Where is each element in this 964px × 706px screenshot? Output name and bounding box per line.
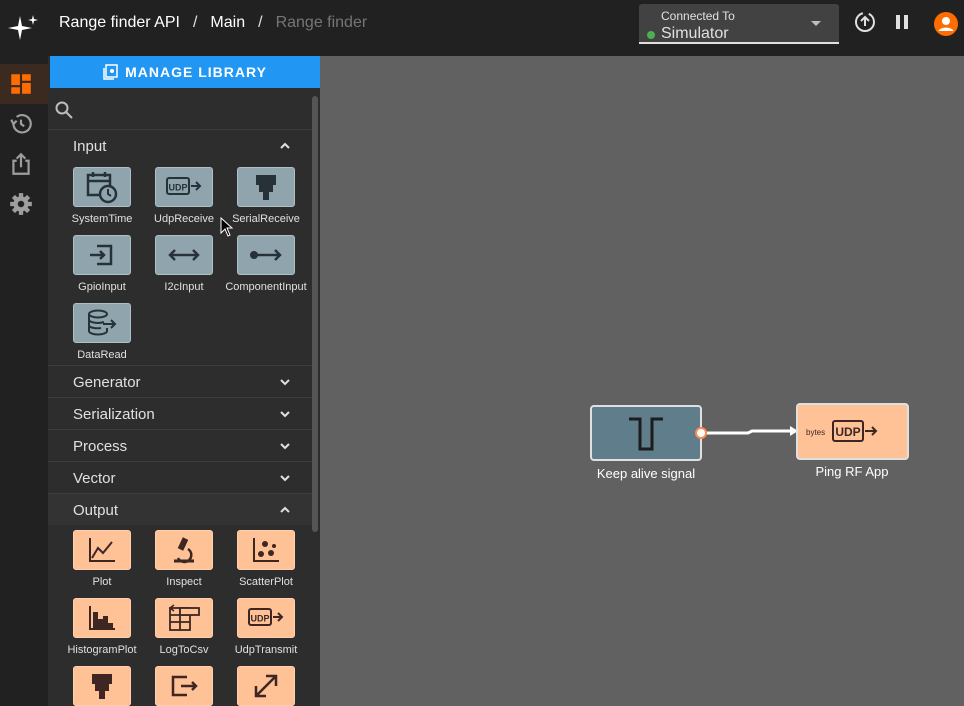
flow-canvas[interactable]: Keep alive signal bytes UDP Ping RF App <box>320 56 964 706</box>
dashboard-icon[interactable] <box>8 71 34 97</box>
manage-library-button[interactable]: MANAGE LIBRARY <box>50 56 320 88</box>
mouse-cursor-icon <box>220 217 234 237</box>
tool-systemtime[interactable]: SystemTime <box>61 167 143 231</box>
connector-icon <box>237 235 295 275</box>
chevron-up-icon <box>280 142 290 149</box>
svg-text:UDP: UDP <box>250 614 269 624</box>
tool-label: DataRead <box>77 349 127 361</box>
section-output[interactable]: Output <box>48 493 312 525</box>
tool-plot[interactable]: Plot <box>61 530 143 594</box>
tool-scatterplot[interactable]: ScatterPlot <box>225 530 307 594</box>
tool-i2cinput[interactable]: I2cInput <box>143 235 225 299</box>
tool-label: I2cInput <box>164 281 204 293</box>
library-icon <box>103 64 118 80</box>
tool-label: HistogramPlot <box>67 644 137 656</box>
section-vector[interactable]: Vector <box>48 461 312 493</box>
tool-udptransmit[interactable]: UDP UdpTransmit <box>225 598 307 662</box>
section-input[interactable]: Input <box>48 129 312 161</box>
histogram-icon <box>73 598 131 638</box>
tool-output-expand[interactable] <box>225 666 307 706</box>
manage-library-label: MANAGE LIBRARY <box>125 64 267 80</box>
svg-text:UDP: UDP <box>168 183 187 193</box>
udp-receive-icon: UDP <box>155 167 213 207</box>
library-scrollbar[interactable] <box>312 96 318 532</box>
tool-label: ComponentInput <box>225 281 307 293</box>
calendar-clock-icon <box>73 167 131 207</box>
deploy-icon[interactable] <box>853 10 877 34</box>
section-serialization[interactable]: Serialization <box>48 397 312 429</box>
chevron-down-icon <box>280 443 290 450</box>
section-output-label: Output <box>73 502 119 519</box>
plug-icon <box>237 167 295 207</box>
breadcrumb: Range finder API / Main / Range finder <box>59 14 368 32</box>
tool-udpreceive[interactable]: UDP UdpReceive <box>143 167 225 231</box>
section-generator[interactable]: Generator <box>48 365 312 397</box>
section-vector-label: Vector <box>73 470 116 487</box>
tool-label: SystemTime <box>71 213 133 225</box>
udp-transmit-node-icon: bytes UDP <box>796 403 909 460</box>
connection-select[interactable]: Connected To Simulator <box>639 4 839 44</box>
section-input-label: Input <box>73 138 107 155</box>
csv-table-icon <box>155 598 213 638</box>
tool-label: GpioInput <box>78 281 126 293</box>
left-rail <box>0 56 48 706</box>
section-generator-label: Generator <box>73 374 141 391</box>
tool-dataread[interactable]: DataRead <box>61 303 143 367</box>
breadcrumb-project[interactable]: Range finder API <box>59 14 180 32</box>
tool-serialtransmit[interactable] <box>61 666 143 706</box>
breadcrumb-current: Range finder <box>275 14 368 31</box>
node-label: Ping RF App <box>815 464 889 479</box>
tool-label: UdpTransmit <box>234 644 298 656</box>
node-connection-edge[interactable] <box>320 56 964 706</box>
square-wave-icon <box>590 405 702 461</box>
tool-label: ScatterPlot <box>239 576 293 588</box>
chevron-down-icon <box>280 411 290 418</box>
connection-value: Simulator <box>661 25 729 42</box>
section-process-label: Process <box>73 438 128 455</box>
node-udp-text: UDP <box>835 425 860 439</box>
connection-label: Connected To <box>661 9 735 23</box>
section-serialization-label: Serialization <box>73 406 155 423</box>
tool-output-export[interactable] <box>143 666 225 706</box>
top-bar: Range finder API / Main / Range finder C… <box>0 0 964 56</box>
tool-label: LogToCsv <box>159 644 209 656</box>
pause-icon[interactable] <box>890 10 914 34</box>
search-icon[interactable] <box>54 100 74 120</box>
tool-serialreceive[interactable]: SerialReceive <box>225 167 307 231</box>
export-icon[interactable] <box>8 151 34 177</box>
expand-diagonal-icon <box>237 666 295 706</box>
tool-logtocsv[interactable]: LogToCsv <box>143 598 225 662</box>
tool-label: UdpReceive <box>154 213 214 225</box>
tool-gpioinput[interactable]: GpioInput <box>61 235 143 299</box>
chevron-up-icon <box>280 506 290 513</box>
chevron-down-icon <box>280 379 290 386</box>
history-icon[interactable] <box>8 111 34 137</box>
microscope-icon <box>155 530 213 570</box>
chevron-down-icon <box>280 475 290 482</box>
arrow-horizontal-icon <box>155 235 213 275</box>
breadcrumb-main[interactable]: Main <box>210 14 245 32</box>
udp-transmit-icon: UDP <box>237 598 295 638</box>
line-chart-icon <box>73 530 131 570</box>
scatter-plot-icon <box>237 530 295 570</box>
app-logo-icon[interactable] <box>4 10 40 46</box>
tool-label: Inspect <box>166 576 202 588</box>
section-process[interactable]: Process <box>48 429 312 461</box>
tool-inspect[interactable]: Inspect <box>143 530 225 594</box>
plug-icon <box>73 666 131 706</box>
output-port[interactable] <box>695 427 707 439</box>
tool-label: Plot <box>92 576 112 588</box>
tool-componentinput[interactable]: ComponentInput <box>225 235 307 299</box>
gear-icon[interactable] <box>8 191 34 217</box>
node-label: Keep alive signal <box>596 466 696 481</box>
logout-icon <box>155 666 213 706</box>
library-panel: MANAGE LIBRARY Input SystemTime UDP UdpR… <box>48 56 320 706</box>
user-avatar-icon[interactable] <box>934 12 958 36</box>
port-label: bytes <box>806 428 826 437</box>
database-import-icon <box>73 303 131 343</box>
status-dot <box>647 31 655 39</box>
login-icon <box>73 235 131 275</box>
caret-down-icon <box>811 21 821 26</box>
tool-histogramplot[interactable]: HistogramPlot <box>61 598 143 662</box>
